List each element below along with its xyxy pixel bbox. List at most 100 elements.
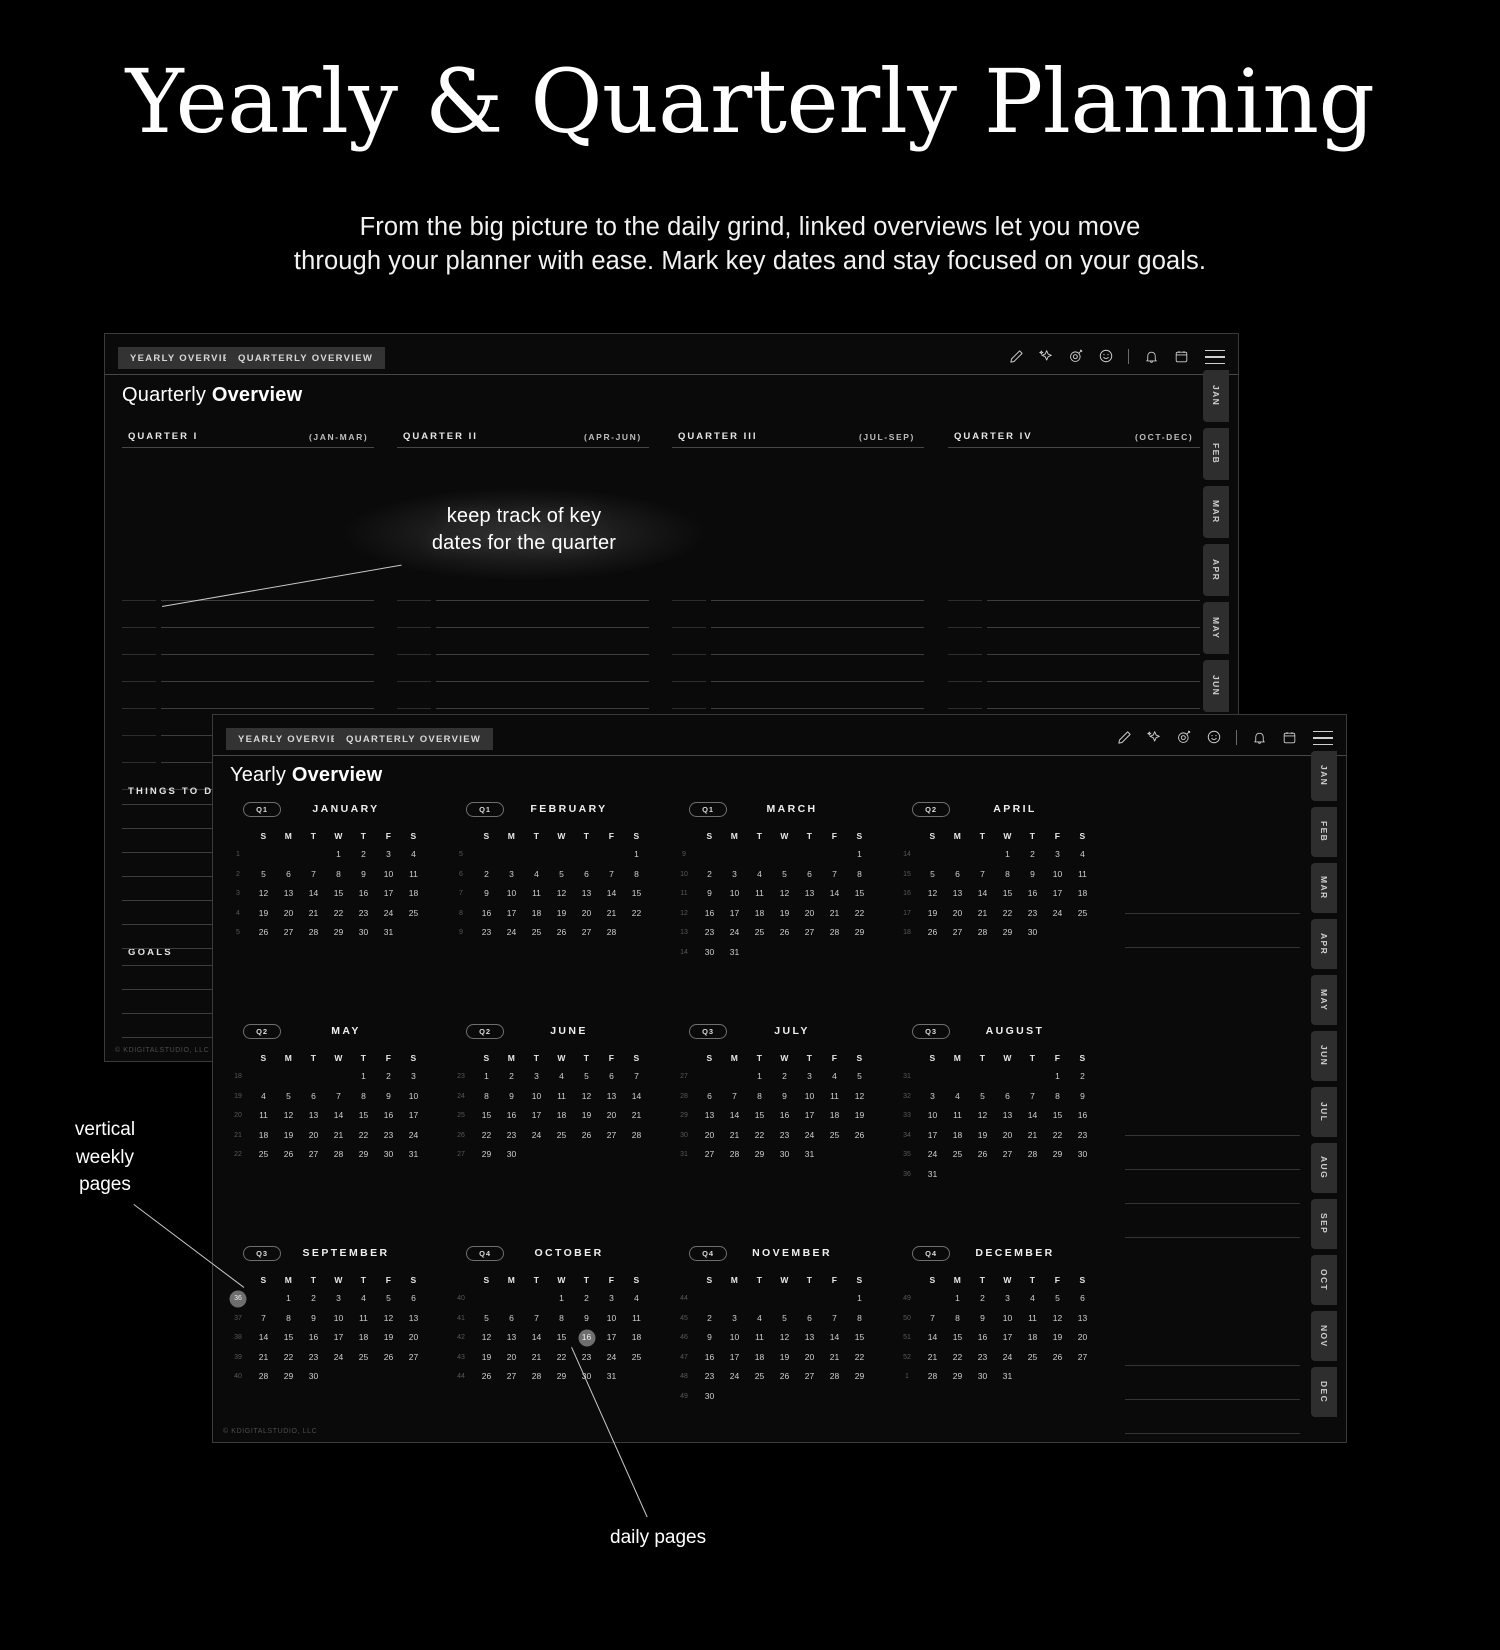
calendar-day[interactable]: 26 [574,1126,599,1146]
week-number[interactable]: 23 [448,1067,474,1087]
calendar-day[interactable]: 25 [1070,904,1095,924]
calendar-day[interactable]: 22 [1045,1126,1070,1146]
week-number[interactable]: 9 [448,923,474,943]
calendar-day[interactable]: 13 [574,884,599,904]
month-tab-oct[interactable]: OCT [1311,1255,1337,1305]
calendar-day[interactable]: 9 [351,865,376,885]
calendar-day[interactable]: 7 [970,865,995,885]
quarter-pill[interactable]: Q3 [912,1023,950,1039]
calendar-day[interactable]: 15 [847,884,872,904]
calendar-day[interactable]: 13 [995,1106,1020,1126]
week-number[interactable]: 33 [894,1106,920,1126]
calendar-day[interactable]: 12 [251,884,276,904]
calendar-day[interactable]: 1 [945,1289,970,1309]
week-number[interactable]: 14 [671,943,697,963]
calendar-day[interactable]: 13 [401,1309,426,1329]
calendar-day[interactable]: 23 [697,1367,722,1387]
calendar-day[interactable]: 19 [772,1348,797,1368]
target-pin-icon[interactable] [1061,344,1091,368]
calendar-day[interactable]: 25 [351,1348,376,1368]
calendar-day[interactable]: 10 [1045,865,1070,885]
calendar-day[interactable]: 2 [697,1309,722,1329]
calendar-day[interactable]: 15 [326,884,351,904]
calendar-day[interactable]: 31 [722,943,747,963]
calendar-day[interactable]: 21 [301,904,326,924]
calendar-day[interactable]: 19 [1045,1328,1070,1348]
calendar-day[interactable]: 22 [847,1348,872,1368]
calendar-day[interactable]: 12 [276,1106,301,1126]
calendar-day[interactable]: 7 [624,1067,649,1087]
week-number[interactable]: 51 [894,1328,920,1348]
calendar-day[interactable]: 27 [945,923,970,943]
month-tab-may[interactable]: MAY [1203,602,1229,654]
calendar-day[interactable]: 13 [697,1106,722,1126]
calendar-day[interactable]: 25 [549,1126,574,1146]
calendar-day[interactable]: 29 [847,923,872,943]
week-number[interactable]: 49 [894,1289,920,1309]
month-tab-mar[interactable]: MAR [1311,863,1337,913]
week-number[interactable]: 42 [448,1328,474,1348]
calendar-day[interactable]: 20 [276,904,301,924]
calendar-icon[interactable] [1166,344,1196,368]
bell-icon[interactable] [1244,725,1274,749]
month-tab-jan[interactable]: JAN [1311,751,1337,801]
calendar-day[interactable]: 16 [697,904,722,924]
calendar-day[interactable]: 16 [1020,884,1045,904]
calendar-day[interactable]: 5 [772,865,797,885]
week-number[interactable]: 45 [671,1309,697,1329]
calendar-day[interactable]: 21 [599,904,624,924]
calendar-day[interactable]: 14 [722,1106,747,1126]
calendar-day[interactable]: 22 [847,904,872,924]
week-number[interactable]: 11 [671,884,697,904]
calendar-day[interactable]: 13 [1070,1309,1095,1329]
calendar-day[interactable]: 29 [847,1367,872,1387]
calendar-day[interactable]: 5 [970,1087,995,1107]
calendar-day[interactable]: 12 [474,1328,499,1348]
calendar-day[interactable]: 15 [624,884,649,904]
calendar-day[interactable]: 19 [970,1126,995,1146]
calendar-day[interactable]: 17 [722,1348,747,1368]
calendar-day[interactable]: 29 [747,1145,772,1165]
calendar-day[interactable]: 26 [549,923,574,943]
quarter-pill[interactable]: Q4 [689,1245,727,1261]
week-number[interactable]: 44 [448,1367,474,1387]
month-name[interactable]: DECEMBER [950,1247,1080,1259]
quarter-pill[interactable]: Q3 [243,1245,281,1261]
calendar-day[interactable]: 28 [251,1367,276,1387]
calendar-day[interactable]: 8 [326,865,351,885]
calendar-day[interactable]: 12 [847,1087,872,1107]
calendar-day[interactable]: 26 [920,923,945,943]
month-tab-jun[interactable]: JUN [1203,660,1229,712]
calendar-day[interactable]: 25 [747,1367,772,1387]
calendar-day[interactable]: 25 [822,1126,847,1146]
calendar-day[interactable]: 1 [474,1067,499,1087]
calendar-day[interactable]: 24 [524,1126,549,1146]
calendar-day[interactable]: 18 [624,1328,649,1348]
calendar-day[interactable]: 11 [1070,865,1095,885]
quarter-pill[interactable]: Q2 [466,1023,504,1039]
calendar-day[interactable]: 22 [474,1126,499,1146]
calendar-day[interactable]: 30 [970,1367,995,1387]
calendar-day[interactable]: 2 [376,1067,401,1087]
week-number[interactable]: 27 [448,1145,474,1165]
calendar-day[interactable]: 2 [697,865,722,885]
calendar-day[interactable]: 21 [970,904,995,924]
calendar-day[interactable]: 28 [599,923,624,943]
calendar-day[interactable]: 24 [376,904,401,924]
calendar-day[interactable]: 20 [599,1106,624,1126]
calendar-day[interactable]: 24 [599,1348,624,1368]
calendar-day[interactable]: 7 [1020,1087,1045,1107]
calendar-day[interactable]: 19 [474,1348,499,1368]
calendar-day[interactable]: 14 [251,1328,276,1348]
week-number[interactable]: 39 [225,1348,251,1368]
calendar-day[interactable]: 6 [301,1087,326,1107]
smiley-icon[interactable] [1199,725,1229,749]
calendar-day[interactable]: 12 [376,1309,401,1329]
calendar-day[interactable]: 18 [549,1106,574,1126]
hamburger-icon[interactable] [1205,350,1225,365]
calendar-day[interactable]: 26 [376,1348,401,1368]
calendar-day[interactable]: 8 [747,1087,772,1107]
calendar-day[interactable]: 5 [474,1309,499,1329]
calendar-day[interactable]: 2 [772,1067,797,1087]
calendar-day[interactable]: 3 [722,1309,747,1329]
